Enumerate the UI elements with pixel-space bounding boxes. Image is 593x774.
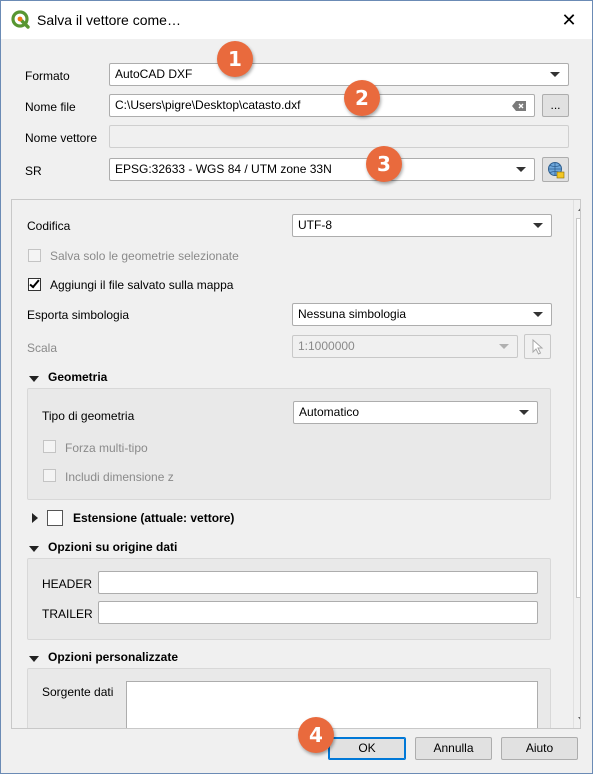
tipo-geometria-label: Tipo di geometria: [42, 409, 135, 423]
esporta-simbologia-combo[interactable]: Nessuna simbologia: [292, 303, 552, 326]
geometria-expand-icon[interactable]: [29, 376, 39, 382]
trailer-label: TRAILER: [42, 607, 93, 621]
nome-vettore-input[interactable]: [109, 125, 569, 148]
personalizzate-group: Sorgente dati: [27, 668, 551, 728]
clear-icon[interactable]: [512, 101, 526, 111]
forza-multi-checkbox[interactable]: [43, 440, 56, 453]
esporta-simbologia-value: Nessuna simbologia: [298, 307, 407, 321]
nome-file-value: C:\Users\pigre\Desktop\catasto.dxf: [115, 98, 301, 112]
step-badge-1: 1: [217, 41, 253, 77]
save-vector-dialog: Salva il vettore come… ✕ Formato AutoCAD…: [0, 0, 593, 774]
crs-selector-button[interactable]: [542, 157, 569, 182]
trailer-input[interactable]: [98, 601, 538, 624]
globe-icon: [548, 162, 565, 179]
tipo-geometria-combo[interactable]: Automatico: [293, 401, 538, 424]
chevron-down-icon: [519, 410, 529, 415]
scale-map-button[interactable]: [524, 334, 551, 359]
header-label: HEADER: [42, 577, 93, 591]
ok-label: OK: [358, 741, 376, 755]
aggiungi-label: Aggiungi il file salvato sulla mappa: [50, 278, 234, 292]
codifica-value: UTF-8: [298, 218, 332, 232]
cursor-icon: [532, 339, 544, 355]
close-button[interactable]: ✕: [546, 1, 592, 39]
geometria-title[interactable]: Geometria: [48, 370, 107, 384]
close-icon: ✕: [561, 9, 577, 30]
browse-button[interactable]: ...: [542, 94, 569, 117]
ok-button[interactable]: OK: [328, 737, 406, 760]
vertical-scrollbar[interactable]: [573, 200, 580, 728]
aggiungi-checkbox[interactable]: [28, 277, 41, 291]
chevron-down-icon: [533, 223, 543, 228]
includi-z-label: Includi dimensione z: [65, 470, 174, 484]
origine-dati-title[interactable]: Opzioni su origine dati: [48, 540, 177, 554]
forza-multi-label: Forza multi-tipo: [65, 441, 148, 455]
scroll-up-button[interactable]: [574, 200, 580, 217]
formato-combo[interactable]: AutoCAD DXF: [109, 63, 569, 86]
origine-dati-expand-icon[interactable]: [29, 546, 39, 552]
annulla-label: Annulla: [433, 741, 474, 755]
geometria-group: Tipo di geometria Automatico Forza multi…: [27, 388, 551, 500]
salva-solo-checkbox[interactable]: [28, 249, 41, 262]
scroll-down-button[interactable]: [574, 711, 580, 728]
formato-label: Formato: [25, 69, 70, 83]
chevron-down-icon: [578, 717, 580, 722]
browse-label: ...: [550, 98, 561, 112]
tipo-geometria-value: Automatico: [299, 405, 360, 419]
step-badge-3: 3: [366, 146, 402, 182]
options-scroll-area: Codifica UTF-8 Salva solo le geometrie s…: [11, 199, 581, 729]
chevron-down-icon: [499, 344, 509, 349]
header-input[interactable]: [98, 571, 538, 594]
sr-value: EPSG:32633 - WGS 84 / UTM zone 33N: [115, 162, 332, 176]
codifica-combo[interactable]: UTF-8: [292, 214, 552, 237]
chevron-up-icon: [578, 206, 580, 211]
scrollbar-thumb[interactable]: [576, 218, 580, 598]
sr-label: SR: [25, 164, 42, 178]
step-badge-2: 2: [344, 80, 380, 116]
nome-file-input[interactable]: C:\Users\pigre\Desktop\catasto.dxf: [109, 94, 535, 117]
estensione-checkbox[interactable]: [47, 510, 63, 526]
aiuto-button[interactable]: Aiuto: [501, 737, 578, 760]
chevron-down-icon: [533, 312, 543, 317]
nome-file-label: Nome file: [25, 100, 76, 114]
origine-dati-group: HEADER TRAILER: [27, 558, 551, 640]
estensione-title[interactable]: Estensione (attuale: vettore): [73, 511, 234, 525]
aiuto-label: Aiuto: [525, 741, 554, 755]
chevron-down-icon: [516, 167, 526, 172]
step-badge-4: 4: [298, 717, 334, 753]
formato-value: AutoCAD DXF: [115, 67, 193, 81]
codifica-label: Codifica: [27, 219, 71, 233]
scala-combo[interactable]: 1:1000000: [292, 335, 518, 358]
nome-vettore-label: Nome vettore: [25, 131, 98, 145]
title-bar: Salva il vettore come… ✕: [1, 1, 592, 39]
qgis-logo-icon: [11, 10, 30, 29]
includi-z-checkbox[interactable]: [43, 469, 56, 482]
dialog-title: Salva il vettore come…: [37, 12, 181, 28]
sr-combo[interactable]: EPSG:32633 - WGS 84 / UTM zone 33N: [109, 158, 535, 181]
estensione-expand-icon[interactable]: [32, 513, 38, 523]
personalizzate-title[interactable]: Opzioni personalizzate: [48, 650, 178, 664]
personalizzate-expand-icon[interactable]: [29, 656, 39, 662]
esporta-simbologia-label: Esporta simbologia: [27, 308, 130, 322]
scala-value: 1:1000000: [298, 339, 355, 353]
scala-label: Scala: [27, 341, 58, 355]
checkmark-icon: [29, 277, 40, 289]
sorgente-dati-label: Sorgente dati: [42, 685, 114, 699]
annulla-button[interactable]: Annulla: [415, 737, 492, 760]
sorgente-dati-textarea[interactable]: [126, 681, 538, 728]
chevron-down-icon: [550, 72, 560, 77]
salva-solo-label: Salva solo le geometrie selezionate: [50, 249, 239, 263]
